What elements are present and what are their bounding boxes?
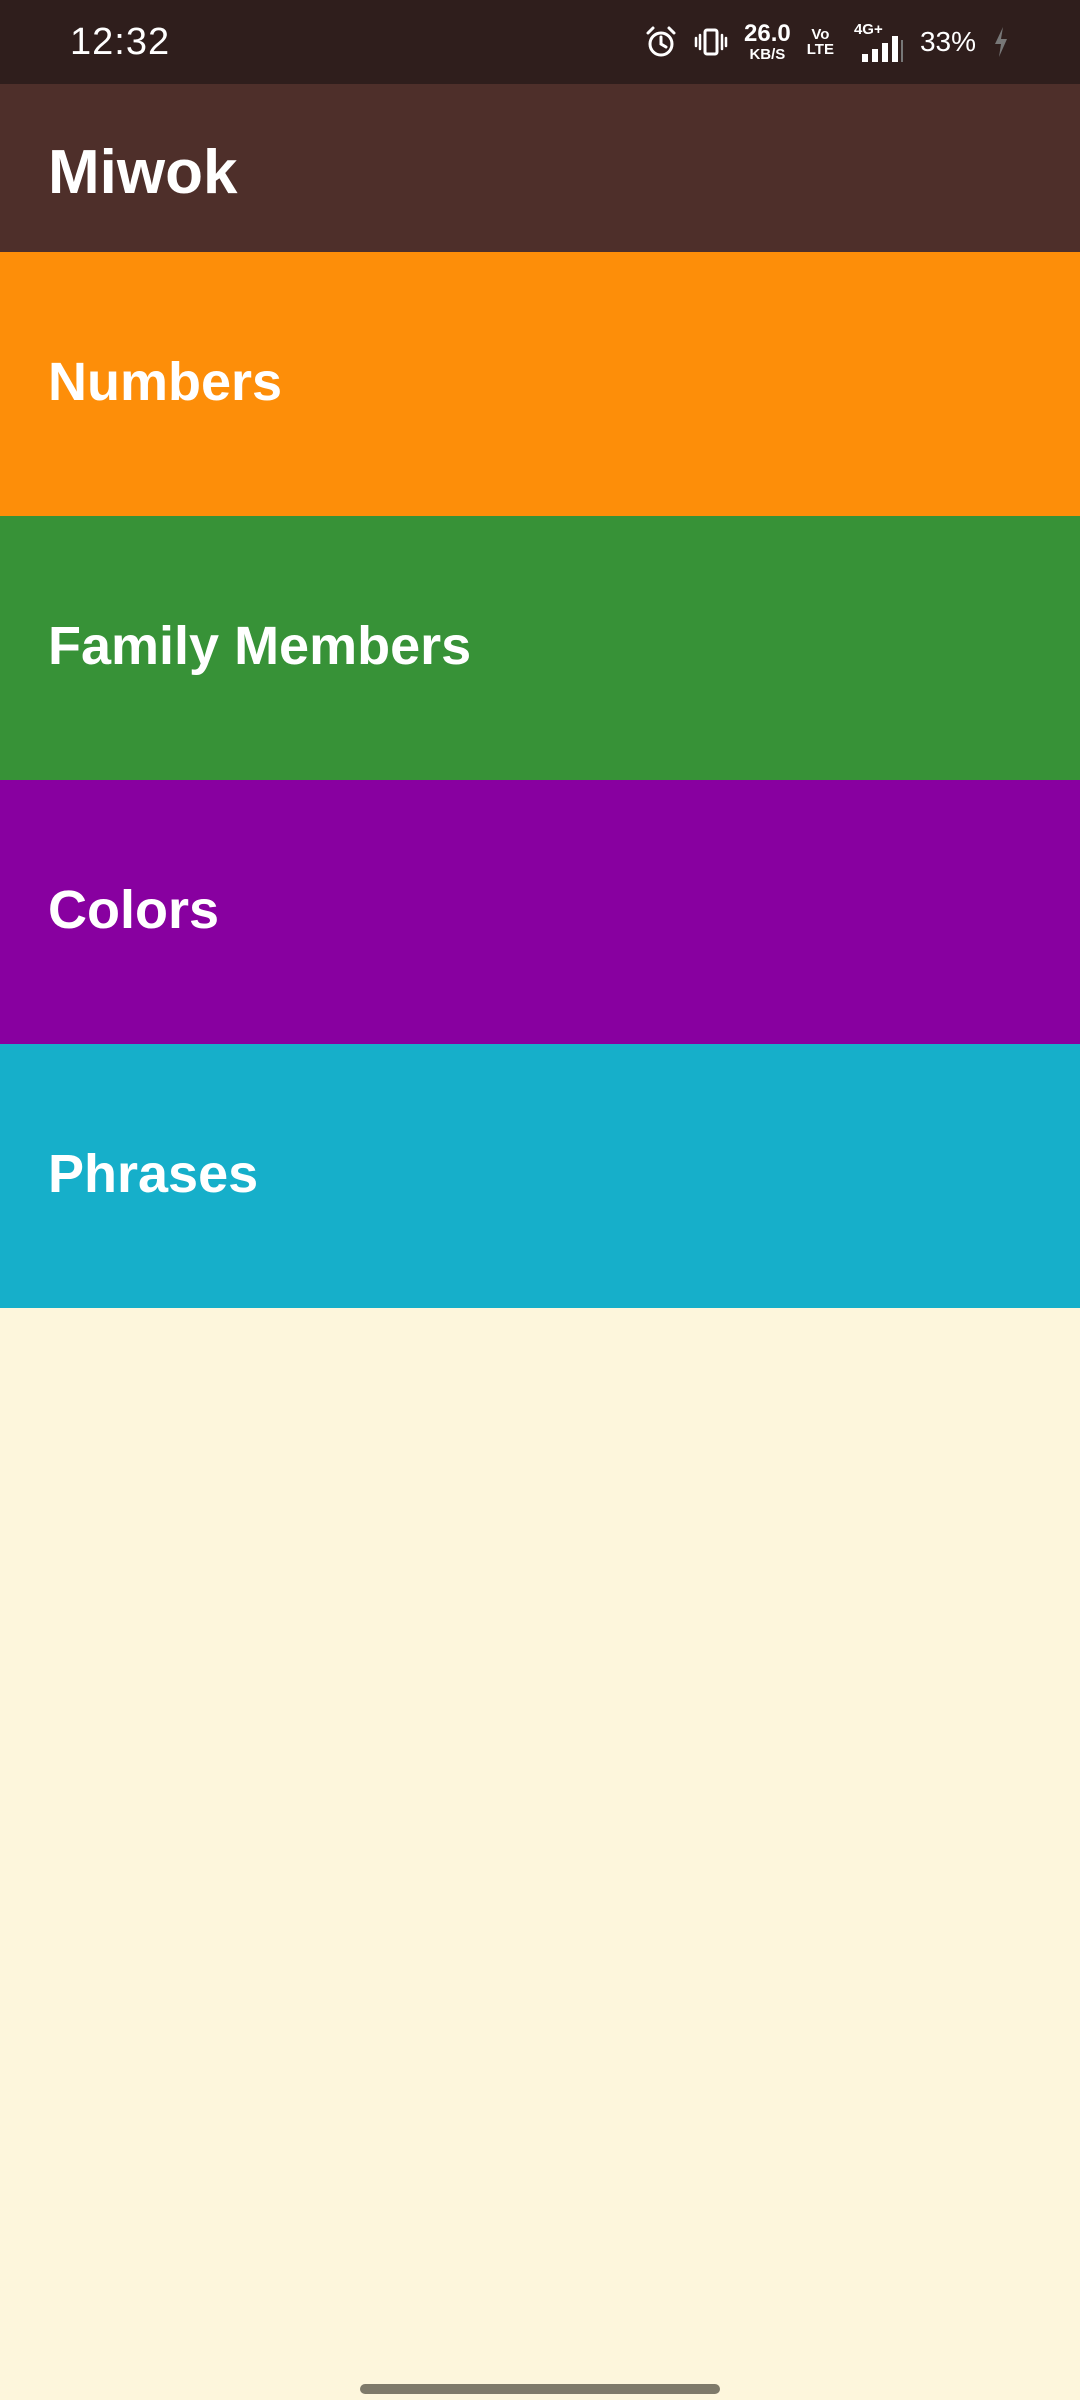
category-colors[interactable]: Colors <box>0 780 1080 1044</box>
category-list: Numbers Family Members Colors Phrases <box>0 252 1080 1308</box>
category-phrases[interactable]: Phrases <box>0 1044 1080 1308</box>
category-label: Phrases <box>48 1144 259 1204</box>
app-title: Miwok <box>48 138 238 207</box>
volte-indicator: Vo LTE <box>807 27 834 57</box>
network-speed: 26.0 KB/S <box>744 20 791 63</box>
network-speed-unit: KB/S <box>749 46 786 63</box>
status-icons: 26.0 KB/S Vo LTE 4G+ 33% <box>644 0 1010 84</box>
home-indicator[interactable] <box>360 2384 720 2394</box>
network-speed-value: 26.0 <box>744 20 791 47</box>
signal-strength: 4G+ <box>850 22 904 62</box>
charging-icon <box>992 25 1010 59</box>
vibrate-icon <box>694 25 728 59</box>
category-label: Colors <box>48 880 220 940</box>
volte-top: Vo <box>811 26 830 43</box>
category-label: Numbers <box>48 352 283 412</box>
alarm-icon <box>644 25 678 59</box>
signal-icon <box>861 36 903 62</box>
category-family-members[interactable]: Family Members <box>0 516 1080 780</box>
app-bar: Miwok <box>0 84 1080 252</box>
category-numbers[interactable]: Numbers <box>0 252 1080 516</box>
volte-bottom: LTE <box>806 41 834 58</box>
category-label: Family Members <box>48 616 472 676</box>
status-bar: 12:32 26.0 KB/S Vo LTE 4G+ 33% <box>0 0 1080 84</box>
network-type: 4G+ <box>853 21 883 38</box>
status-time: 12:32 <box>70 21 171 63</box>
battery-level: 33% <box>919 26 976 57</box>
